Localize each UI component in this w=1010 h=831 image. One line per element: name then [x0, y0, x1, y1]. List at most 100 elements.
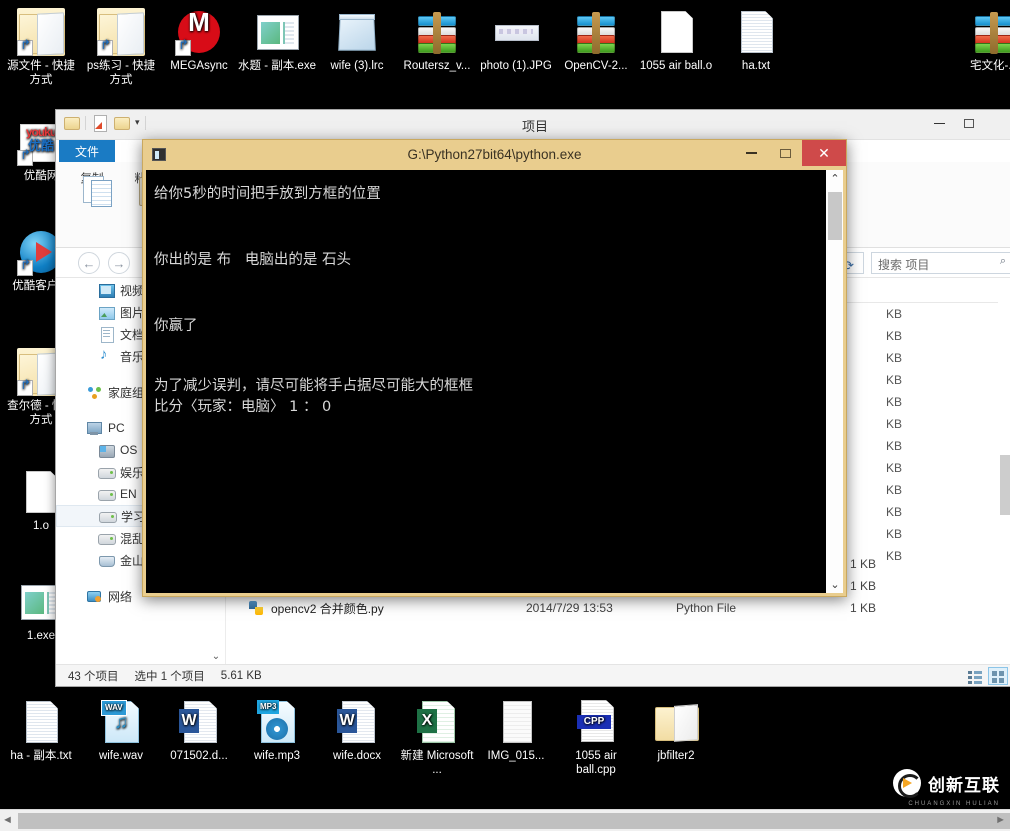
network-icon	[86, 588, 102, 604]
shortcut-arrow-icon	[97, 38, 113, 56]
desktop-icon-label: IMG_015...	[487, 750, 545, 762]
word-document-icon	[175, 698, 223, 746]
tree-item-label: 文档	[120, 327, 145, 342]
desktop-icon-24[interactable]: 1055 air ball.cpp	[557, 698, 635, 777]
word-document-icon	[333, 698, 381, 746]
desktop-icon-5[interactable]: wife (3).lrc	[318, 8, 396, 74]
tiles-view-toggle[interactable]	[988, 667, 1008, 685]
scroll-right-icon[interactable]: ►	[995, 814, 1006, 826]
site-watermark: 创新互联	[893, 769, 1000, 798]
desktop-icon-label: MEGAsync	[170, 60, 228, 72]
file-list-scrollbar[interactable]	[998, 279, 1010, 664]
desktop-icon-3[interactable]: MEGAsync	[160, 8, 238, 74]
python-console-window[interactable]: G:\Python27bit64\python.exe ✕ 给你5秒的时间把手放…	[142, 139, 847, 597]
scrollbar-thumb[interactable]	[1000, 455, 1010, 515]
console-minimize-button[interactable]	[734, 140, 768, 166]
file-date-cell: 2014/7/29 13:53	[526, 601, 613, 615]
tree-item-label: EN	[120, 487, 137, 501]
desktop-icon-18[interactable]: WAV wife.wav	[82, 698, 160, 764]
desktop-icon-label: photo (1).JPG	[480, 60, 552, 72]
desktop-icon-7[interactable]: photo (1).JPG	[477, 8, 555, 74]
scroll-left-icon[interactable]: ◄	[2, 814, 13, 826]
minimize-button[interactable]	[924, 110, 954, 136]
explorer-status-bar: 43 个项目 选中 1 个项目 5.61 KB	[56, 664, 1010, 686]
desktop-screen: 源文件 - 快捷方式 ps练习 - 快捷方式 MEGAsync 水题 - 副本.exe…	[0, 0, 1010, 831]
scroll-down-icon[interactable]: ⌄	[209, 651, 223, 662]
details-view-toggle[interactable]	[964, 667, 984, 685]
status-selection: 选中 1 个项目	[134, 670, 205, 683]
desktop-icon-20[interactable]: MP3 wife.mp3	[238, 698, 316, 764]
desktop-icon-25[interactable]: jbfilter2	[637, 698, 715, 764]
close-button-area[interactable]	[984, 110, 1010, 136]
console-body[interactable]: 给你5秒的时间把手放到方框的位置 你出的是 布 电脑出的是 石头 你赢了 为了减…	[146, 170, 843, 593]
tree-item-label: OS	[120, 443, 138, 457]
desktop-icon-23[interactable]: IMG_015...	[477, 698, 555, 764]
winrar-archive-icon	[572, 8, 620, 56]
desktop-icon-2[interactable]: ps练习 - 快捷方式	[82, 8, 160, 87]
tab-file[interactable]: 文件	[59, 140, 115, 162]
console-maximize-button[interactable]	[768, 140, 802, 166]
desktop-icon-22[interactable]: 新建 Microsoft ...	[398, 698, 476, 777]
clipped-size-value: KB	[886, 395, 903, 409]
explorer-title-bar[interactable]: ▾ 项目	[56, 110, 1010, 140]
desktop-icon-label: ps练习 - 快捷方式	[86, 60, 156, 86]
copy-button[interactable]: 复制	[64, 170, 120, 186]
desktop-icon-label: wife.mp3	[253, 750, 301, 762]
desktop-icon-17[interactable]: ha - 副本.txt	[2, 698, 80, 764]
console-line: 为了减少误判，请尽可能将手占据尽可能大的框框	[154, 378, 473, 394]
jpg-image-icon	[492, 8, 540, 56]
watermark-subtext: CHUANGXIN HULIAN	[908, 801, 1000, 807]
desktop-icon-9[interactable]: 1055 air ball.o	[637, 8, 715, 74]
desktop-icon-1[interactable]: 源文件 - 快捷方式	[2, 8, 80, 87]
console-window-buttons[interactable]: ✕	[734, 140, 846, 166]
clipped-size-value: KB	[886, 351, 903, 365]
drive-icon	[99, 508, 117, 524]
console-line: 给你5秒的时间把手放到方框的位置	[154, 186, 381, 202]
desktop-icon-label: OpenCV-2...	[564, 60, 628, 72]
clipped-size-value: KB	[886, 307, 903, 321]
status-item-count: 43 个项目	[68, 670, 119, 683]
desktop-icon-4[interactable]: 水题 - 副本.exe	[238, 8, 316, 74]
page-horizontal-scrollbar[interactable]: ◄ ►	[0, 809, 1010, 831]
scroll-up-icon[interactable]: ⌃	[826, 172, 844, 185]
python-file-icon	[248, 600, 264, 616]
wav-audio-icon: WAV	[97, 698, 145, 746]
table-row[interactable]: opencv2 合并颜色.py 2014/7/29 13:53 Python Fil…	[226, 597, 1010, 619]
cpp-source-icon	[572, 698, 620, 746]
desktop-icon-label: wife (3).lrc	[330, 60, 384, 72]
clipped-size-value: KB	[886, 483, 903, 497]
desktop-icon-10[interactable]: ha.txt	[717, 8, 795, 74]
desktop-icon-label: 源文件 - 快捷方式	[7, 60, 75, 86]
console-scrollbar[interactable]: ⌃ ⌄	[825, 170, 843, 593]
desktop-icon-11[interactable]: 宅文化-...	[955, 8, 1010, 74]
desktop-icon-21[interactable]: wife.docx	[318, 698, 396, 764]
mp3-audio-icon: MP3	[253, 698, 301, 746]
desktop-icon-label: ha.txt	[741, 60, 771, 72]
desktop-icon-8[interactable]: OpenCV-2...	[557, 8, 635, 74]
music-library-icon	[98, 346, 114, 364]
view-toggle-group[interactable]	[964, 667, 1008, 685]
desktop-icon-label: ha - 副本.txt	[10, 750, 72, 762]
search-input[interactable]: 搜索 项目	[871, 252, 1010, 274]
shortcut-arrow-icon	[17, 258, 33, 276]
scroll-down-icon[interactable]: ⌄	[826, 578, 844, 591]
tree-item-label: 视频	[120, 283, 145, 298]
forward-button[interactable]: →	[108, 252, 130, 274]
tree-item-label: 混乱	[120, 531, 145, 546]
tree-item-label: 娱乐	[120, 465, 145, 480]
tree-item-label: 图片	[120, 305, 145, 320]
console-title-bar[interactable]: G:\Python27bit64\python.exe ✕	[143, 140, 846, 170]
back-button[interactable]: ←	[78, 252, 100, 274]
console-close-button[interactable]: ✕	[802, 140, 846, 166]
horizontal-scrollbar-thumb[interactable]	[18, 813, 1010, 829]
maximize-button[interactable]	[954, 110, 984, 136]
desktop-icon-6[interactable]: Routersz_v...	[398, 8, 476, 74]
status-selection-size: 5.61 KB	[220, 669, 262, 682]
clipped-size-value: KB	[886, 527, 903, 541]
explorer-window-buttons[interactable]	[924, 110, 1010, 136]
excel-spreadsheet-icon	[413, 698, 461, 746]
desktop-icon-19[interactable]: 071502.d...	[160, 698, 238, 764]
console-scrollbar-thumb[interactable]	[828, 192, 842, 240]
drive-icon	[98, 530, 116, 546]
